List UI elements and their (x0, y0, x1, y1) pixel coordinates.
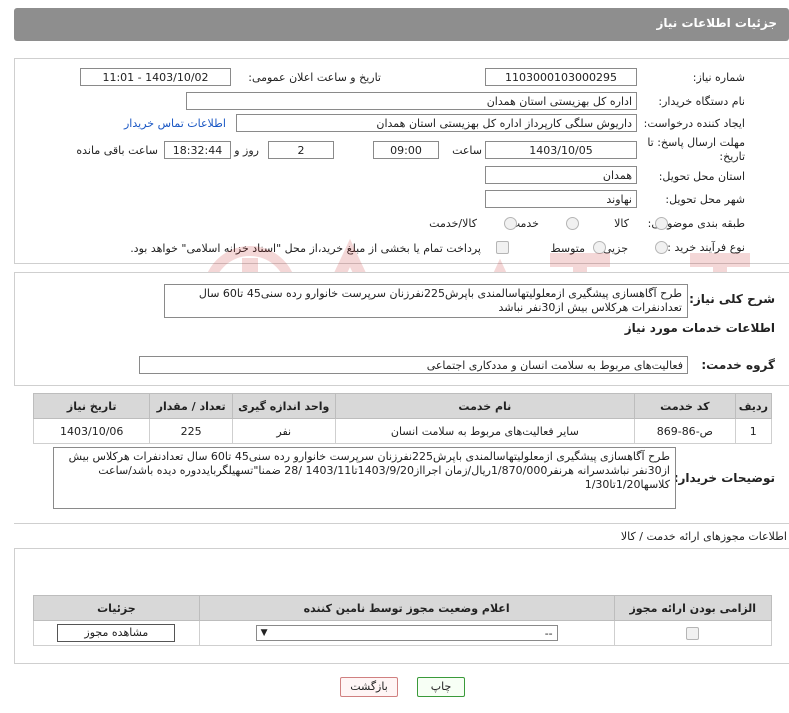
category-goods-service-radio[interactable] (504, 217, 517, 230)
days-field: 2 (268, 141, 334, 159)
unit: نفر (231, 418, 336, 444)
col-service-code: کد خدمت (634, 393, 736, 419)
permits-heading: اطلاعات مجوزهای ارائه خدمت / کالا (620, 530, 787, 543)
summary-textarea: طرح آگاهسازی پیشگیری ازمعلولیتهاسالمندی … (164, 284, 688, 318)
col-need-date: تاریخ نیاز (32, 393, 151, 419)
province-field: همدان (485, 166, 637, 184)
remaining-time-field: 18:32:44 (164, 141, 231, 159)
col-permit-details: جزئیات (33, 595, 200, 621)
col-permit-required: الزامی بودن ارائه مجوز (613, 595, 773, 621)
summary-label: شرح کلی نیاز: (689, 292, 775, 306)
permit-status-select[interactable]: -- ▼ (255, 625, 558, 641)
col-permit-status: اعلام وضعیت مجوز توسط نامین کننده (198, 595, 615, 621)
service-name: سایر فعالیت‌های مربوط به سلامت انسان (334, 418, 636, 444)
category-goods-label: کالا (614, 217, 629, 230)
back-button[interactable]: بازگشت (340, 677, 398, 697)
services-table: ردیف کد خدمت نام خدمت واحد اندازه گیری ت… (32, 393, 773, 444)
category-goods-radio[interactable] (655, 217, 668, 230)
service-code: ص-86-869 (634, 418, 736, 444)
services-table-header: ردیف کد خدمت نام خدمت واحد اندازه گیری ت… (32, 393, 773, 419)
category-goods-service-label: کالا/خدمت (429, 217, 477, 230)
page-title: جزئیات اطلاعات نیاز (656, 16, 777, 30)
need-number-label: شماره نیاز: (692, 71, 745, 84)
table-row: 1 ص-86-869 سایر فعالیت‌های مربوط به سلام… (32, 418, 773, 444)
permit-status-value: -- (544, 627, 553, 640)
deadline-time-field: 09:00 (373, 141, 439, 159)
permit-required-cell (613, 620, 773, 646)
deadline-label: مهلت ارسال پاسخ: تا تاریخ: (647, 136, 745, 163)
deadline-date-field: 1403/10/05 (485, 141, 637, 159)
buyer-org-label: نام دستگاه خریدار: (658, 95, 745, 108)
permit-row: -- ▼ مشاهده مجوز (33, 620, 773, 646)
col-row: ردیف (734, 393, 773, 419)
remaining-time-label: ساعت باقی مانده (76, 144, 158, 157)
row-number: 1 (734, 418, 773, 444)
deadline-time-label: ساعت (452, 144, 482, 157)
city-label: شهر محل تحویل: (665, 193, 745, 206)
creator-label: ایجاد کننده درخواست: (643, 117, 745, 130)
services-heading: اطلاعات خدمات مورد نیاز (624, 321, 775, 335)
permits-divider (14, 523, 789, 524)
col-service-name: نام خدمت (334, 393, 636, 419)
category-service-radio[interactable] (566, 217, 579, 230)
buyer-notes-textarea: طرح آگاهسازی پیشگیری ازمعلولیتهاسالمندی … (53, 447, 676, 509)
province-label: استان محل تحویل: (658, 170, 745, 183)
announce-date-label: تاریخ و ساعت اعلان عمومی: (248, 71, 381, 84)
permit-details-cell: مشاهده مجوز (33, 620, 200, 646)
title-bar: جزئیات اطلاعات نیاز (14, 8, 789, 41)
view-permit-button[interactable]: مشاهده مجوز (57, 624, 176, 642)
announce-date-field: 1403/10/02 - 11:01 (80, 68, 231, 86)
permits-table-header: الزامی بودن ارائه مجوز اعلام وضعیت مجوز … (33, 595, 773, 621)
service-group-field: فعالیت‌های مربوط به سلامت انسان و مددکار… (139, 356, 688, 374)
buyer-contact-link[interactable]: اطلاعات تماس خریدار (124, 117, 226, 130)
days-label: روز و (234, 144, 259, 157)
quantity: 225 (149, 418, 233, 444)
col-quantity: تعداد / مقدار (149, 393, 233, 419)
service-group-label: گروه خدمت: (701, 358, 775, 372)
creator-field: داریوش سلگی کارپرداز اداره کل بهزیستی اس… (236, 114, 637, 132)
permit-required-checkbox (686, 626, 700, 640)
need-number-field: 1103000103000295 (485, 68, 637, 86)
buyer-notes-label: توضیحات خریدار: (673, 471, 775, 485)
permit-status-cell: -- ▼ (198, 620, 615, 646)
chevron-down-icon: ▼ (260, 628, 268, 638)
permits-table: الزامی بودن ارائه مجوز اعلام وضعیت مجوز … (33, 595, 773, 646)
buyer-org-field: اداره کل بهزیستی استان همدان (186, 92, 637, 110)
need-date: 1403/10/06 (32, 418, 151, 444)
city-field: نهاوند (485, 190, 637, 208)
col-unit: واحد اندازه گیری (231, 393, 336, 419)
print-button[interactable]: چاپ (417, 677, 465, 697)
